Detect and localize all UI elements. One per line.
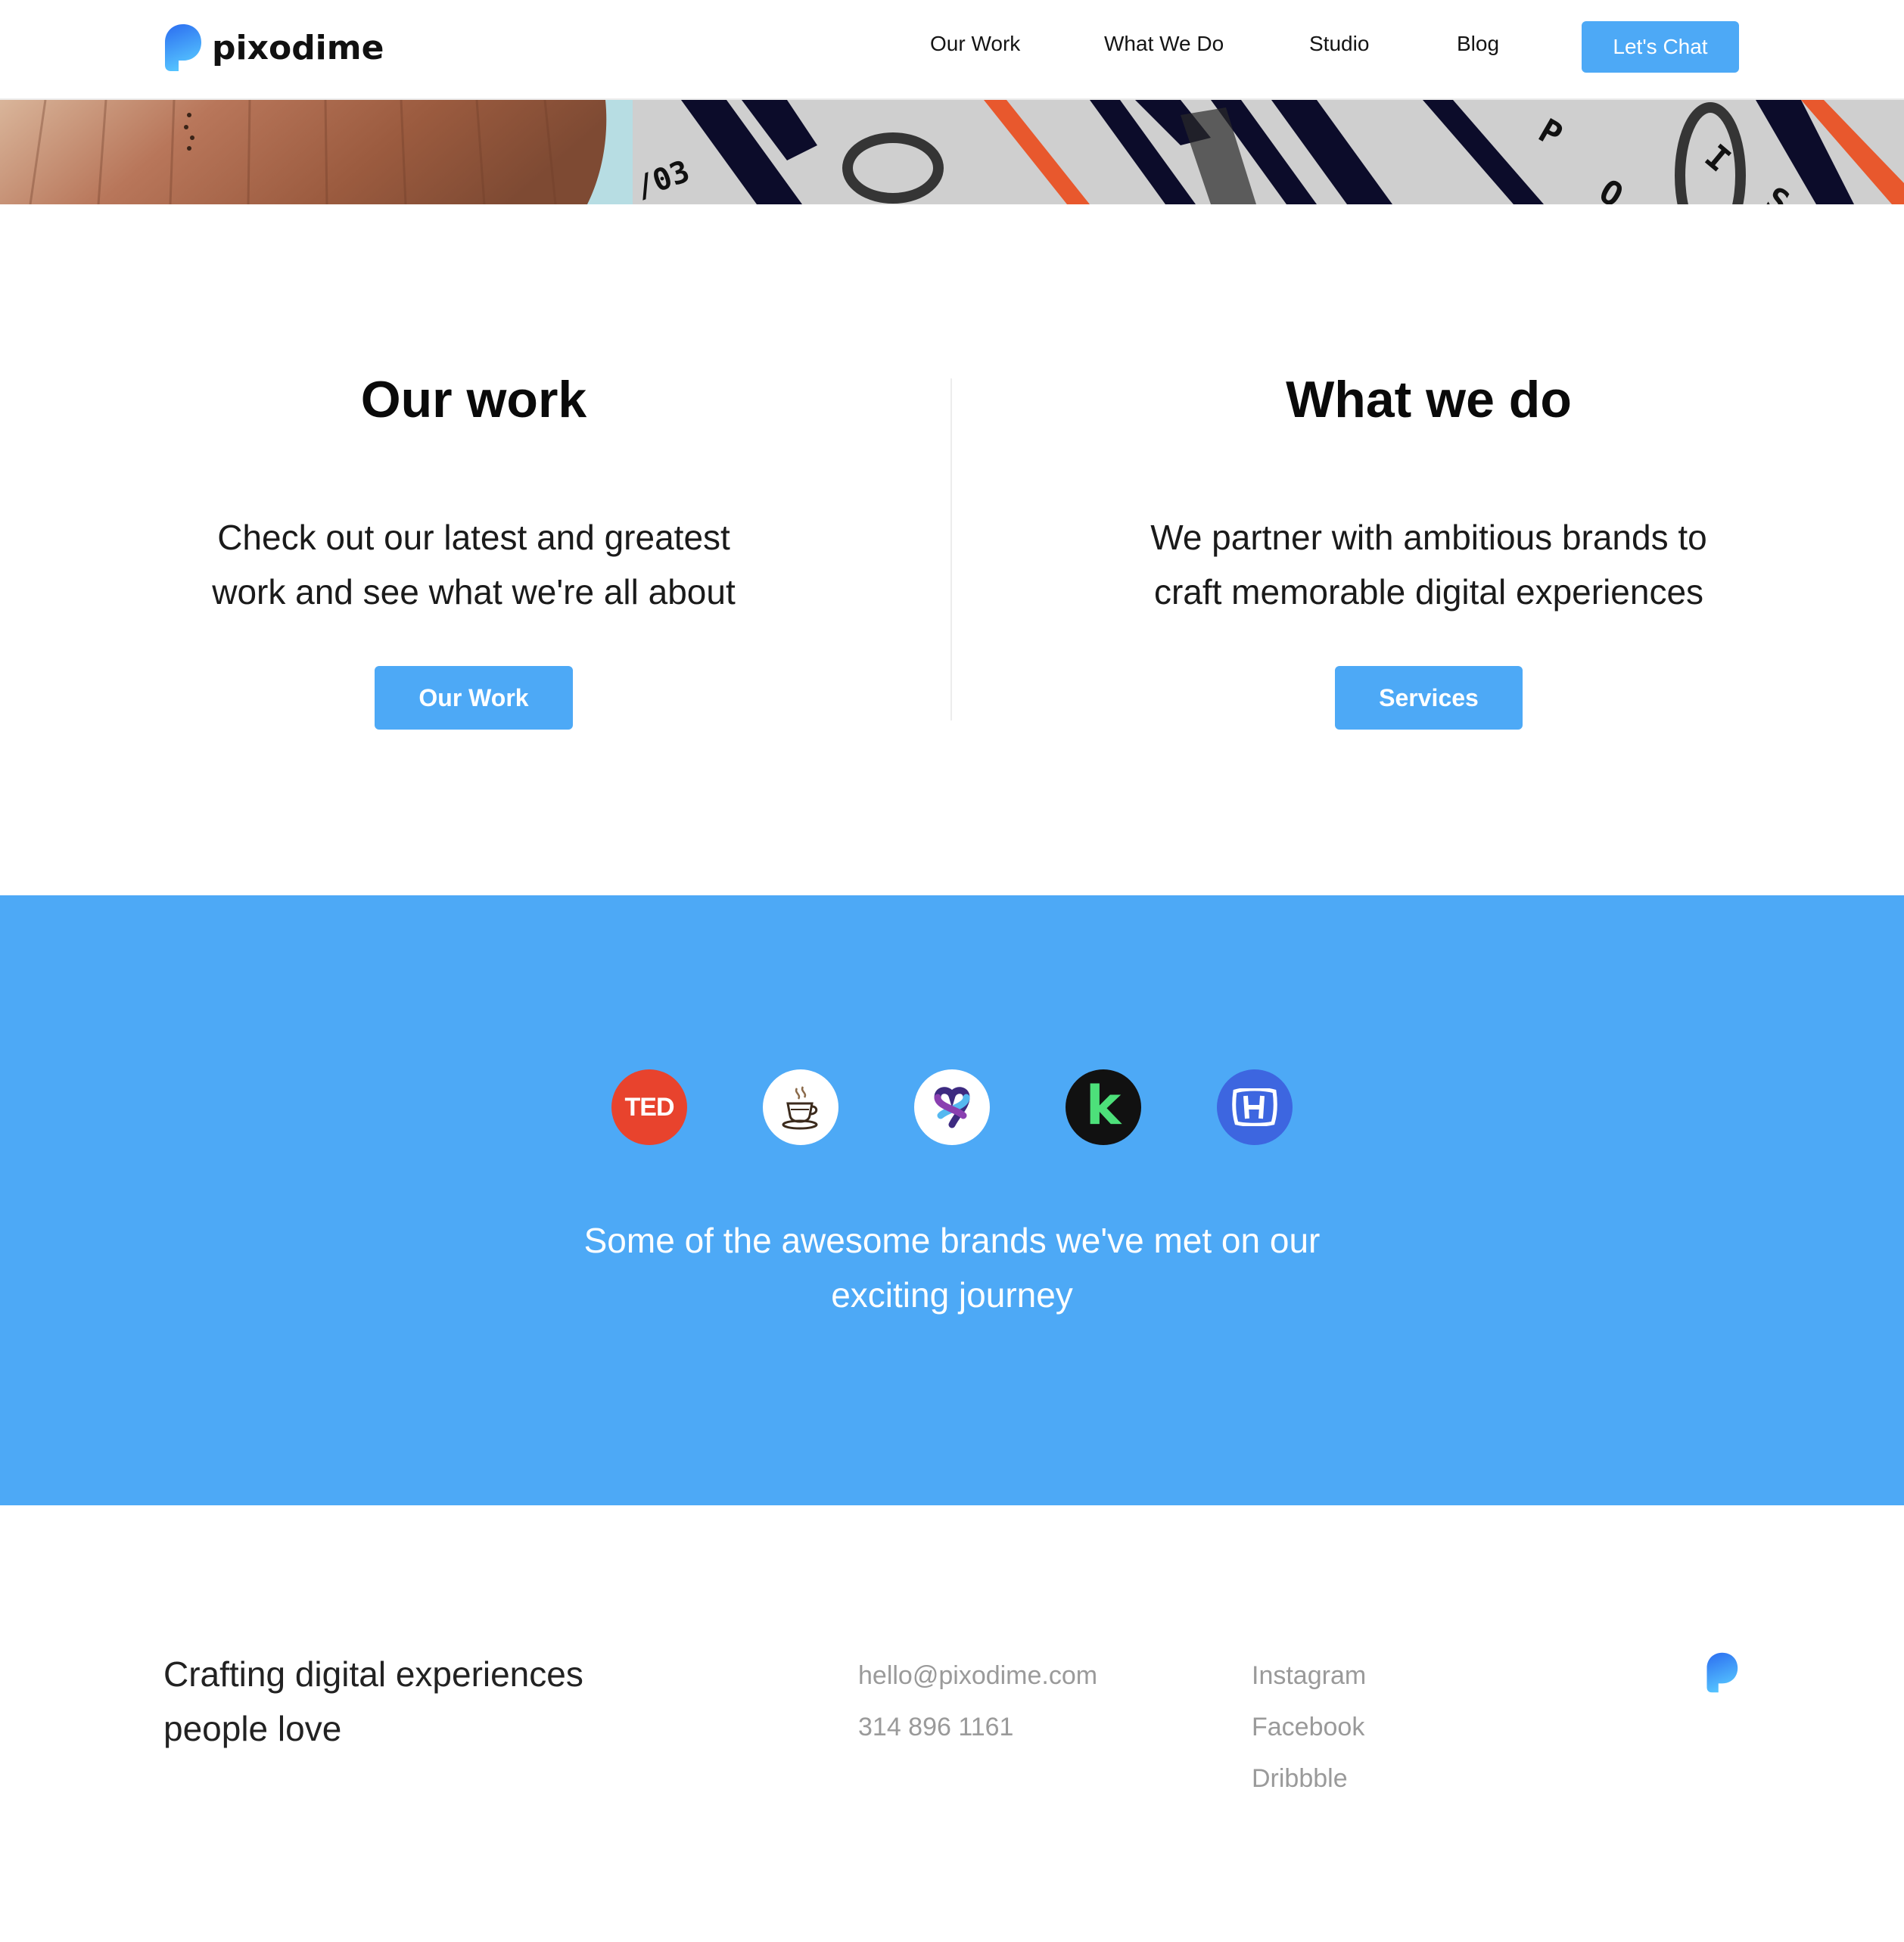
footer-tagline-line-2: people love	[163, 1709, 342, 1748]
services-button[interactable]: Services	[1335, 666, 1523, 730]
brands-caption: Some of the awesome brands we've met on …	[498, 1213, 1406, 1322]
what-we-do-description: We partner with ambitious brands to craf…	[1088, 510, 1769, 619]
nav-what-we-do[interactable]: What We Do	[1104, 29, 1224, 59]
nav-our-work[interactable]: Our Work	[930, 29, 1020, 59]
footer-email-link[interactable]: hello@pixodime.com	[858, 1650, 1097, 1701]
column-divider	[950, 378, 952, 720]
what-we-do-section: What we do We partner with ambitious bra…	[1088, 356, 1769, 730]
our-work-text-line-1: Check out our latest and greatest	[217, 518, 730, 557]
ted-logo: TED	[611, 1069, 687, 1145]
lets-chat-button[interactable]: Let's Chat	[1582, 21, 1739, 73]
footer-instagram-link[interactable]: Instagram	[1252, 1650, 1366, 1701]
heart-knot-icon	[934, 1087, 970, 1128]
k-logo-text: k	[1085, 1075, 1122, 1137]
brands-caption-line-2: exciting journey	[831, 1275, 1073, 1315]
ted-logo-text: TED	[624, 1092, 675, 1122]
footer-facebook-link[interactable]: Facebook	[1252, 1701, 1366, 1753]
brand-logos: TED k	[0, 1069, 1904, 1145]
footer-tagline-line-1: Crafting digital experiences	[163, 1654, 583, 1694]
honda-logo	[1217, 1069, 1293, 1145]
nav-blog[interactable]: Blog	[1457, 29, 1499, 59]
site-header: pixodime Our Work What We Do Studio Blog…	[0, 0, 1904, 100]
brands-section: TED k Some of the awesome brands we've m…	[0, 895, 1904, 1505]
honda-h-icon	[1232, 1088, 1277, 1126]
footer-contact: hello@pixodime.com 314 896 1161	[858, 1650, 1097, 1753]
coffee-cup-icon	[782, 1086, 818, 1130]
what-we-do-title: What we do	[1286, 371, 1572, 428]
what-we-do-text-line-2: craft memorable digital experiences	[1153, 572, 1704, 612]
hero-banner: /03 P I O S	[0, 100, 1904, 204]
coffee-logo	[763, 1069, 838, 1145]
our-work-section: Our work Check out our latest and greate…	[133, 356, 814, 730]
our-work-title: Our work	[360, 371, 587, 428]
our-work-button[interactable]: Our Work	[375, 666, 573, 730]
footer-social: Instagram Facebook Dribbble	[1252, 1650, 1366, 1804]
k-logo: k	[1066, 1069, 1141, 1145]
our-work-text-line-2: work and see what we're all about	[212, 572, 736, 612]
footer-tagline: Crafting digital experiences people love	[163, 1647, 693, 1756]
footer-logo-icon[interactable]	[1704, 1651, 1739, 1694]
brands-caption-line-1: Some of the awesome brands we've met on …	[583, 1221, 1321, 1260]
footer-dribbble-link[interactable]: Dribbble	[1252, 1753, 1366, 1804]
heart-logo	[914, 1069, 990, 1145]
nav-studio[interactable]: Studio	[1309, 29, 1369, 59]
our-work-description: Check out our latest and greatest work a…	[133, 510, 814, 619]
footer-phone-link[interactable]: 314 896 1161	[858, 1701, 1097, 1753]
what-we-do-text-line-1: We partner with ambitious brands to	[1150, 518, 1707, 557]
banner-artwork: /03 P I O S	[0, 100, 1904, 204]
